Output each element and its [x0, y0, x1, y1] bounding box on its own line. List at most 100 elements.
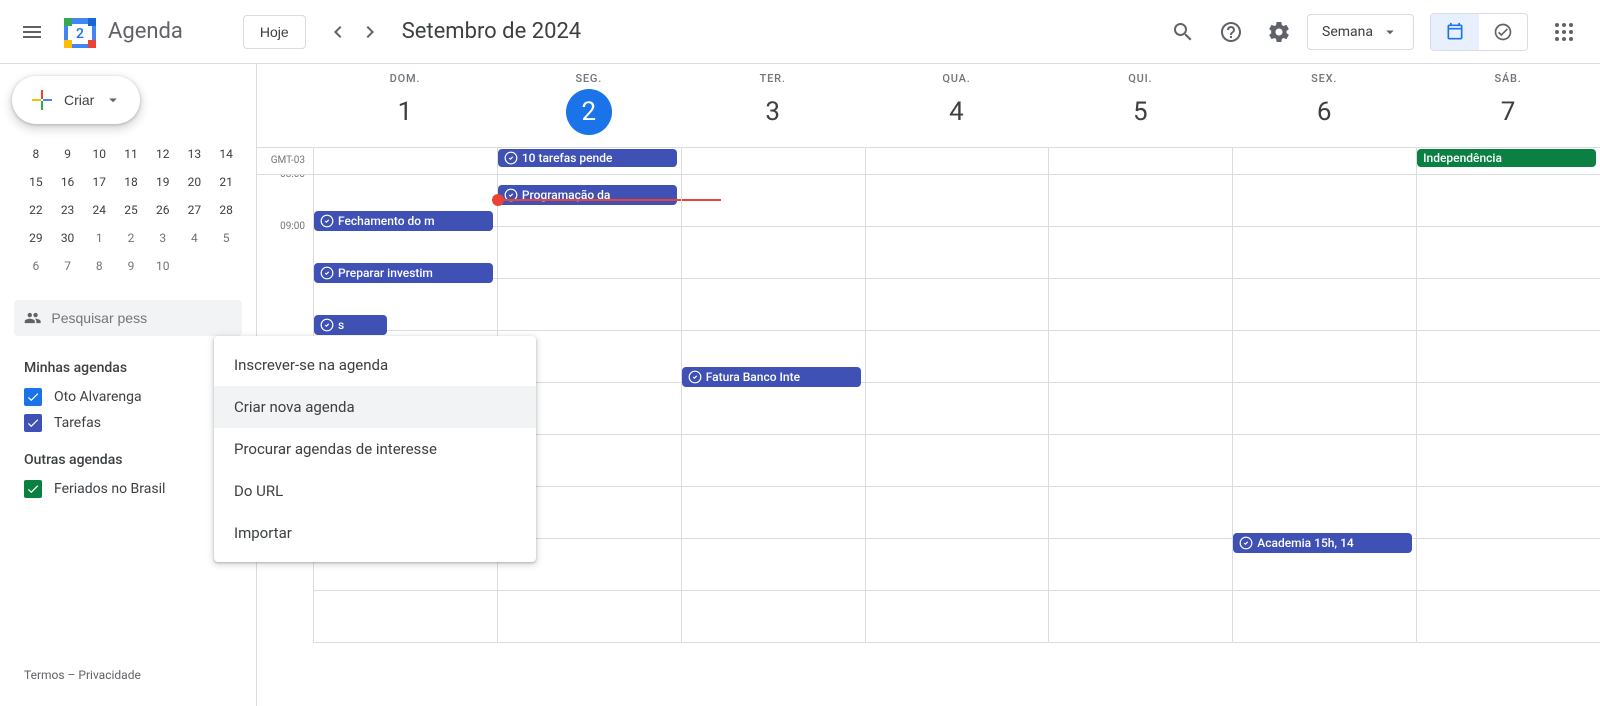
day-header-col[interactable]: TER.3 [681, 64, 865, 147]
logo[interactable]: 2 Agenda [60, 12, 183, 52]
mini-cal-day[interactable]: 9 [56, 142, 80, 166]
mini-cal-day[interactable]: 30 [56, 226, 80, 250]
menu-item[interactable]: Do URL [214, 470, 536, 512]
allday-cell[interactable] [1048, 148, 1232, 174]
create-button-label: Criar [64, 92, 94, 108]
event-chip[interactable]: Preparar investim [314, 263, 493, 283]
tasks-view-button[interactable] [1479, 14, 1527, 50]
allday-cell[interactable] [313, 148, 497, 174]
allday-cell[interactable]: Independência [1416, 148, 1600, 174]
settings-button[interactable] [1259, 12, 1299, 52]
day-column[interactable]: Academia 15h, 14 [1232, 175, 1416, 643]
mini-cal-day[interactable]: 2 [119, 226, 143, 250]
calendar-checkbox[interactable] [24, 480, 42, 498]
mini-cal-day[interactable]: 8 [87, 254, 111, 278]
day-header-col[interactable]: SEG.2 [497, 64, 681, 147]
mini-cal-day[interactable]: 22 [24, 198, 48, 222]
mini-calendar[interactable]: 8910111213141516171819202122232425262728… [0, 140, 256, 292]
event-chip[interactable]: Fatura Banco Inte [682, 367, 861, 387]
search-button[interactable] [1163, 12, 1203, 52]
menu-item[interactable]: Inscrever-se na agenda [214, 344, 536, 386]
google-apps-button[interactable] [1544, 12, 1584, 52]
day-header-col[interactable]: SÁB.7 [1416, 64, 1600, 147]
mini-cal-day[interactable]: 13 [182, 142, 206, 166]
day-header-col[interactable]: DOM. 1 [313, 64, 497, 147]
day-number[interactable]: 4 [933, 89, 979, 135]
day-column[interactable] [1416, 175, 1600, 643]
day-number[interactable]: 6 [1301, 89, 1347, 135]
mini-cal-day[interactable]: 7 [56, 254, 80, 278]
menu-item[interactable]: Importar [214, 512, 536, 554]
mini-cal-day[interactable]: 21 [214, 170, 238, 194]
footer-links[interactable]: Termos – Privacidade [0, 656, 256, 694]
holiday-chip[interactable]: Independência [1417, 149, 1596, 167]
event-chip[interactable]: Academia 15h, 14 [1233, 533, 1412, 553]
task-chip[interactable]: 10 tarefas pende [498, 149, 677, 167]
allday-cell[interactable] [865, 148, 1049, 174]
mini-cal-day[interactable]: 26 [151, 198, 175, 222]
mini-cal-day[interactable]: 28 [214, 198, 238, 222]
mini-cal-day[interactable]: 18 [119, 170, 143, 194]
mini-cal-day[interactable]: 24 [87, 198, 111, 222]
event-chip[interactable]: Programação da [498, 185, 677, 205]
calendar-checkbox[interactable] [24, 388, 42, 406]
mini-cal-day[interactable]: 19 [151, 170, 175, 194]
mini-cal-day[interactable]: 6 [24, 254, 48, 278]
day-number[interactable]: 7 [1485, 89, 1531, 135]
mini-cal-day[interactable]: 20 [182, 170, 206, 194]
allday-cell[interactable] [1232, 148, 1416, 174]
create-button[interactable]: Criar [12, 76, 140, 124]
mini-cal-day[interactable]: 16 [56, 170, 80, 194]
menu-item[interactable]: Procurar agendas de interesse [214, 428, 536, 470]
allday-cell[interactable] [681, 148, 865, 174]
mini-cal-day[interactable]: 9 [119, 254, 143, 278]
mini-cal-day[interactable]: 29 [24, 226, 48, 250]
mini-cal-day[interactable]: 10 [151, 254, 175, 278]
view-selector[interactable]: Semana [1307, 14, 1414, 50]
main-menu-button[interactable] [8, 8, 56, 56]
today-button[interactable]: Hoje [243, 15, 306, 49]
calendar-item[interactable]: Tarefas [14, 410, 242, 436]
day-number[interactable]: 2 [566, 89, 612, 135]
mini-cal-day[interactable]: 4 [182, 226, 206, 250]
mini-cal-day[interactable]: 11 [119, 142, 143, 166]
mini-cal-day[interactable]: 25 [119, 198, 143, 222]
day-header-col[interactable]: QUA.4 [865, 64, 1049, 147]
event-chip[interactable]: s [314, 315, 387, 335]
calendar-view-button[interactable] [1431, 14, 1479, 50]
day-column[interactable] [1048, 175, 1232, 643]
search-people-input[interactable] [51, 310, 232, 326]
calendar-item[interactable]: Feriados no Brasil [14, 476, 242, 502]
mini-cal-day[interactable]: 10 [87, 142, 111, 166]
mini-cal-day[interactable]: 5 [214, 226, 238, 250]
day-name: QUI. [1048, 72, 1232, 85]
calendar-checkbox[interactable] [24, 414, 42, 432]
mini-cal-day[interactable]: 17 [87, 170, 111, 194]
mini-cal-day[interactable]: 15 [24, 170, 48, 194]
allday-row: GMT-03 10 tarefas pendeIndependência [257, 148, 1600, 175]
event-chip[interactable]: Fechamento do m [314, 211, 493, 231]
allday-cell[interactable]: 10 tarefas pende [497, 148, 681, 174]
day-number[interactable]: 5 [1117, 89, 1163, 135]
support-button[interactable] [1211, 12, 1251, 52]
next-week-button[interactable] [354, 16, 386, 48]
search-people[interactable] [14, 300, 242, 336]
prev-week-button[interactable] [322, 16, 354, 48]
day-column[interactable] [865, 175, 1049, 643]
day-header-col[interactable]: SEX.6 [1232, 64, 1416, 147]
day-column[interactable]: Fatura Banco Inte [681, 175, 865, 643]
mini-cal-day[interactable]: 1 [87, 226, 111, 250]
menu-item[interactable]: Criar nova agenda [214, 386, 536, 428]
calendar-item[interactable]: Oto Alvarenga [14, 384, 242, 410]
day-header-col[interactable]: QUI. 5 [1048, 64, 1232, 147]
day-number[interactable]: 1 [382, 89, 428, 135]
mini-cal-day[interactable]: 14 [214, 142, 238, 166]
mini-cal-day[interactable]: 3 [151, 226, 175, 250]
day-number[interactable]: 3 [750, 89, 796, 135]
mini-cal-day[interactable]: 27 [182, 198, 206, 222]
calendar-logo-icon: 2 [60, 12, 100, 52]
day-name: DOM. [313, 72, 497, 85]
mini-cal-day[interactable]: 12 [151, 142, 175, 166]
mini-cal-day[interactable]: 8 [24, 142, 48, 166]
mini-cal-day[interactable]: 23 [56, 198, 80, 222]
